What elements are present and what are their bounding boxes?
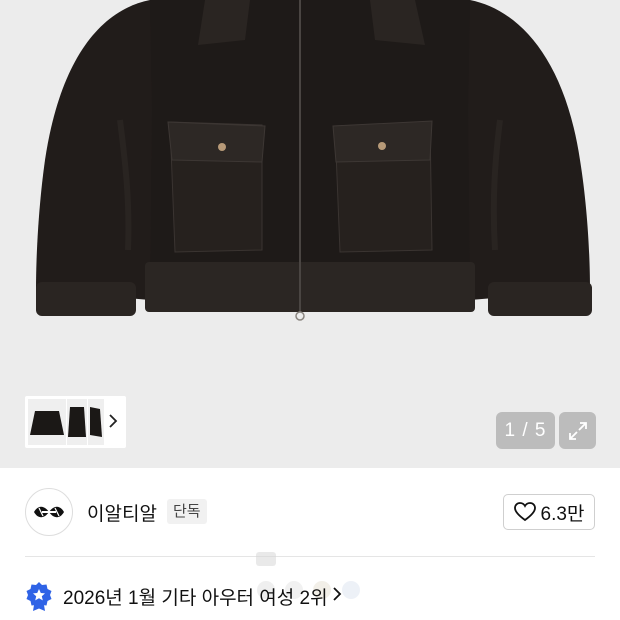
chevron-right-icon — [108, 413, 118, 434]
store-name[interactable]: 이알티알 — [87, 499, 157, 526]
expand-button[interactable] — [559, 412, 596, 449]
thumbnail-images — [28, 399, 104, 445]
ranking-link[interactable]: 2026년 1월 기타 아우터 여성 2위 — [25, 580, 342, 612]
medal-icon — [26, 582, 52, 611]
expand-icon — [568, 421, 587, 440]
image-pager: 1 / 5 — [496, 412, 555, 449]
like-count: 6.3만 — [540, 503, 585, 525]
store-row: 이알티알 단독 6.3만 — [0, 468, 620, 558]
thumbnail-strip[interactable] — [25, 396, 126, 448]
heart-outline-icon — [513, 502, 536, 522]
exclusive-badge: 단독 — [167, 499, 207, 524]
product-image-gallery[interactable]: 1 / 5 — [0, 0, 620, 468]
chevron-right-icon — [332, 586, 342, 607]
like-button[interactable]: 6.3만 — [503, 494, 595, 530]
ranking-text: 2026년 1월 기타 아우터 여성 2위 — [63, 587, 328, 609]
store-logo[interactable] — [25, 488, 73, 536]
